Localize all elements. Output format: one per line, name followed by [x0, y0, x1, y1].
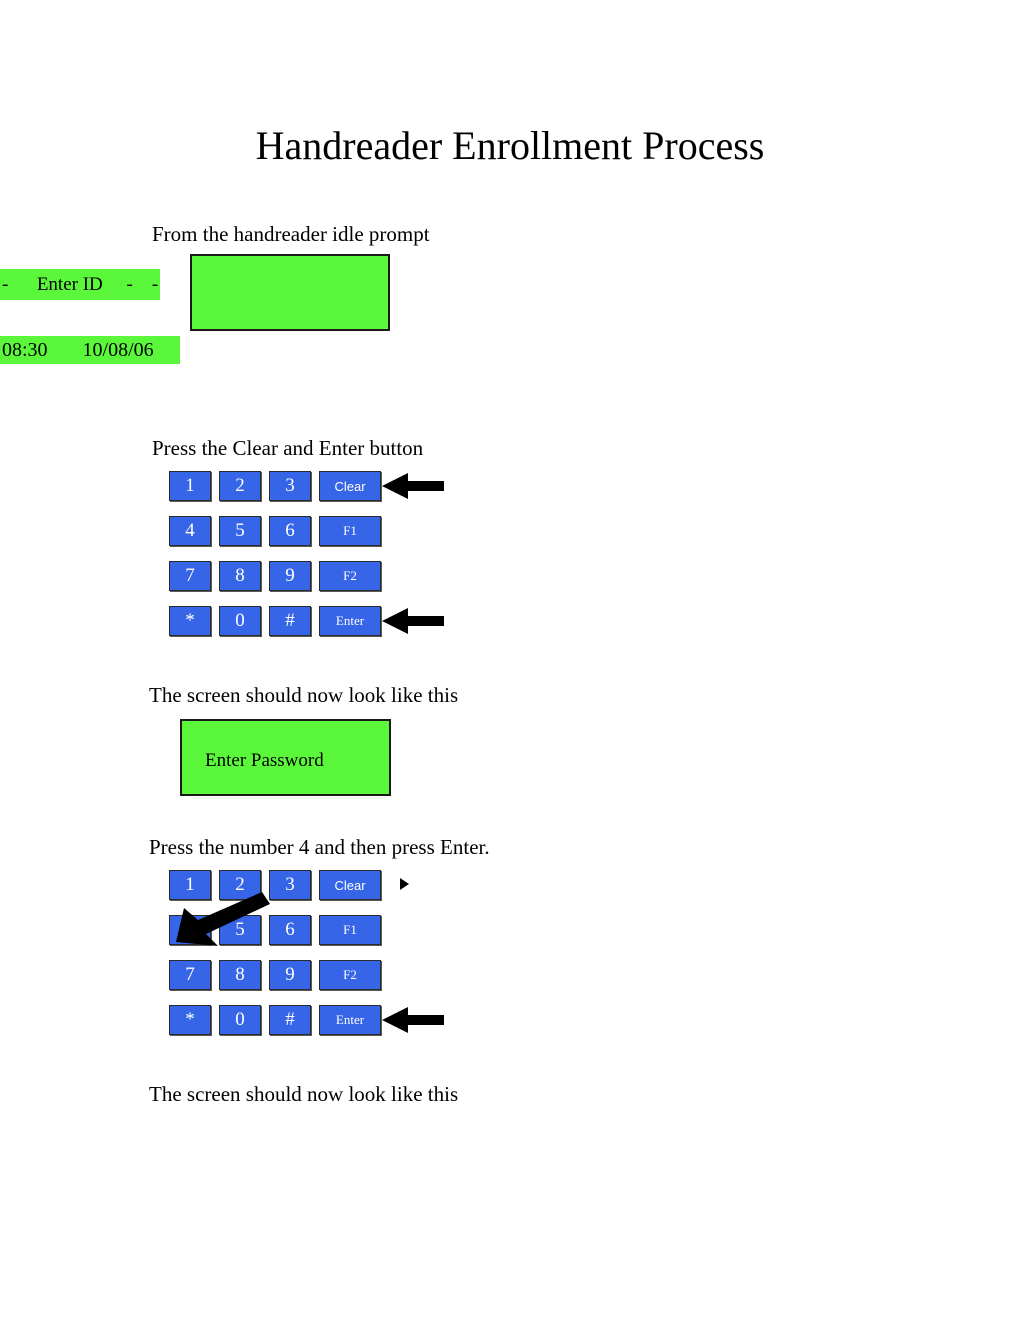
arrow-pointing-to-key-4-icon	[176, 892, 271, 948]
key-0[interactable]: 0	[219, 606, 261, 636]
key-9[interactable]: 9	[269, 960, 311, 990]
key-9[interactable]: 9	[269, 561, 311, 591]
step-1-caption: From the handreader idle prompt	[152, 222, 430, 246]
key-0[interactable]: 0	[219, 1005, 261, 1035]
key-2[interactable]: 2	[219, 471, 261, 501]
key-hash[interactable]: #	[269, 606, 311, 636]
arrow-tail	[406, 616, 444, 626]
key-clear[interactable]: Clear	[319, 471, 381, 501]
key-star[interactable]: *	[169, 606, 211, 636]
step-4-caption: Press the number 4 and then press Enter.	[149, 835, 490, 859]
lcd-screen-password: Enter Password	[180, 719, 391, 796]
key-5[interactable]: 5	[219, 516, 261, 546]
key-3[interactable]: 3	[269, 870, 311, 900]
key-8[interactable]: 8	[219, 960, 261, 990]
key-f2[interactable]: F2	[319, 960, 381, 990]
arrow-tail	[406, 1015, 444, 1025]
key-3[interactable]: 3	[269, 471, 311, 501]
key-7[interactable]: 7	[169, 960, 211, 990]
key-hash[interactable]: #	[269, 1005, 311, 1035]
key-enter[interactable]: Enter	[319, 606, 381, 636]
right-triangle-marker-icon	[400, 878, 409, 890]
key-clear[interactable]: Clear	[319, 870, 381, 900]
key-1[interactable]: 1	[169, 471, 211, 501]
step-3-caption: The screen should now look like this	[149, 683, 459, 707]
key-f2[interactable]: F2	[319, 561, 381, 591]
key-4[interactable]: 4	[169, 516, 211, 546]
arrow-pointing-to-enter-icon	[382, 608, 444, 634]
page-title: Handreader Enrollment Process	[255, 123, 765, 168]
arrow-head	[382, 608, 408, 634]
step-5-caption: The screen should now look like this	[149, 1082, 459, 1106]
arrow-tail	[406, 481, 444, 491]
document-page: Handreader Enrollment Process From the h…	[0, 0, 1020, 1320]
key-6[interactable]: 6	[269, 915, 311, 945]
key-7[interactable]: 7	[169, 561, 211, 591]
key-enter[interactable]: Enter	[319, 1005, 381, 1035]
arrow-pointing-to-clear-icon	[382, 473, 444, 499]
arrow-head	[382, 1007, 408, 1033]
key-6[interactable]: 6	[269, 516, 311, 546]
key-star[interactable]: *	[169, 1005, 211, 1035]
key-8[interactable]: 8	[219, 561, 261, 591]
lcd-screen-blank	[190, 254, 390, 331]
lcd-idle-prompt-line: - Enter ID - -	[0, 269, 160, 300]
key-f1[interactable]: F1	[319, 516, 381, 546]
key-f1[interactable]: F1	[319, 915, 381, 945]
arrow-pointing-to-enter-step4-icon	[382, 1007, 444, 1033]
lcd-password-text: Enter Password	[205, 750, 324, 771]
arrow-head	[382, 473, 408, 499]
step-2-caption: Press the Clear and Enter button	[152, 436, 424, 460]
lcd-idle-clock-line: 08:30 10/08/06	[0, 336, 180, 364]
